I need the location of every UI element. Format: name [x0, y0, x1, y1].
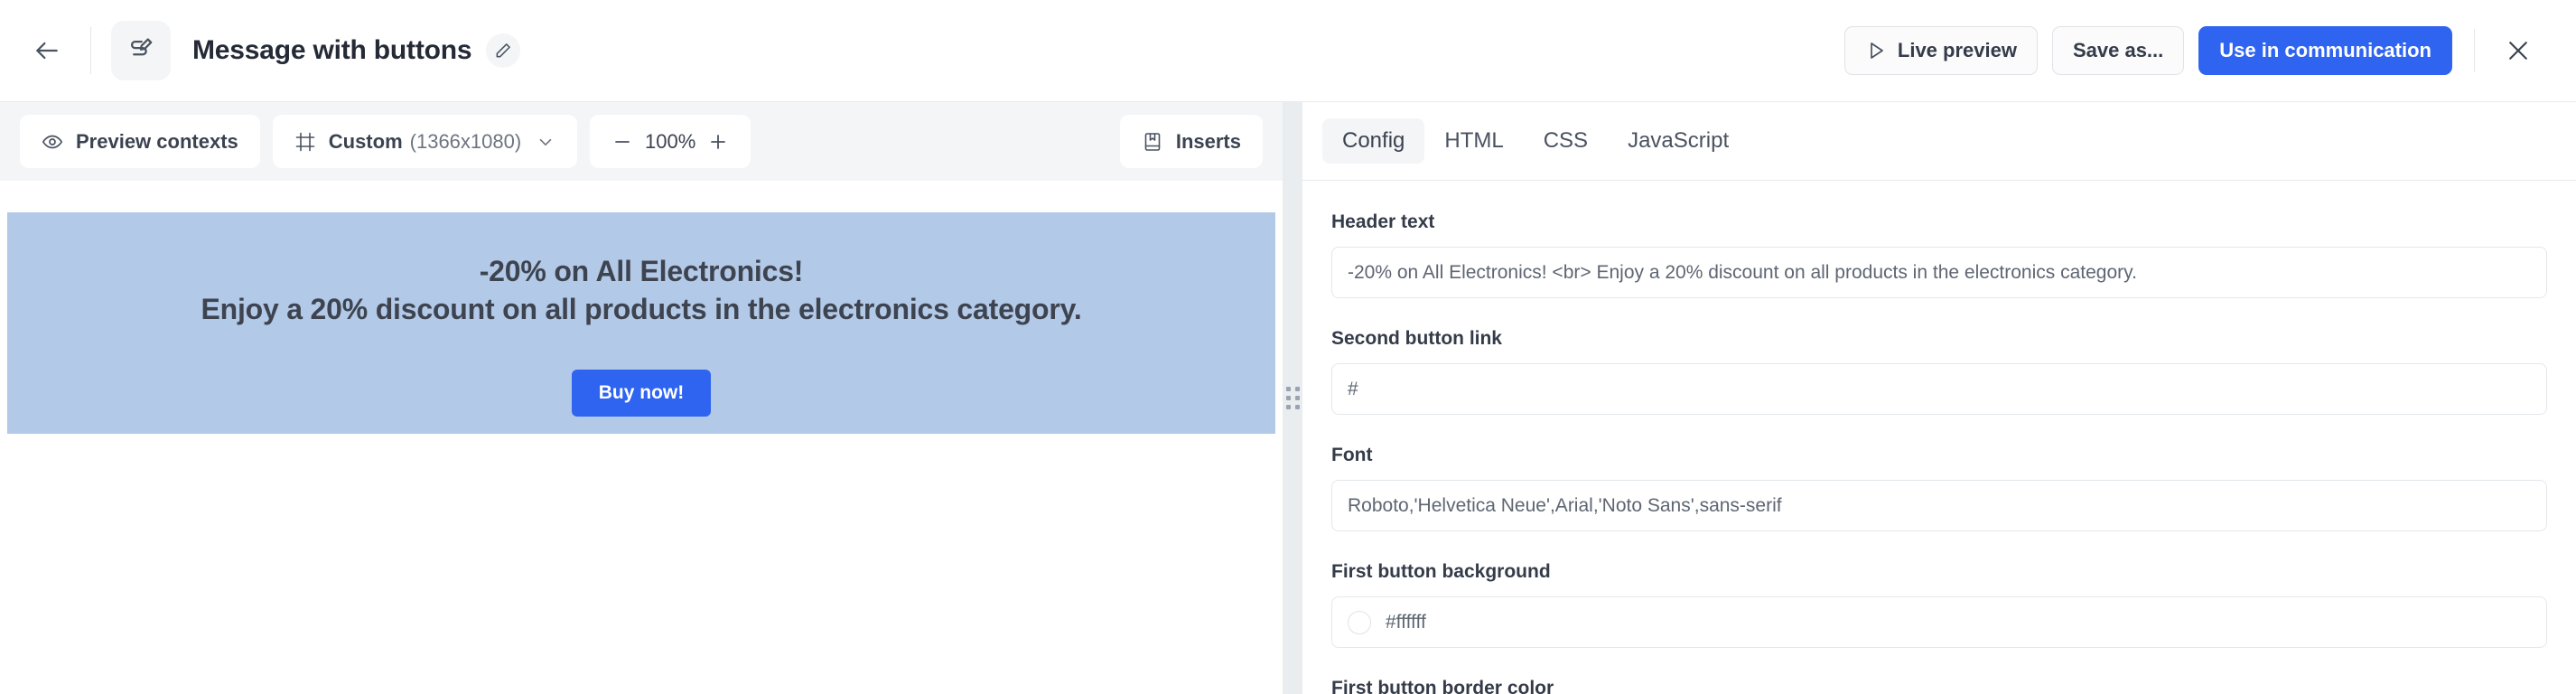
preview-contexts-button[interactable]: Preview contexts: [20, 115, 260, 168]
template-editor-app: Message with buttons Live preview Save a…: [0, 0, 2576, 694]
book-glyph: [1142, 131, 1163, 153]
field-first-button-background: First button background: [1331, 561, 2547, 648]
book-icon: [1142, 131, 1163, 153]
grip-dot: [1295, 405, 1300, 409]
preview-pane: Preview contexts Custom (1366x1080): [0, 102, 1283, 694]
grip-dot: [1286, 405, 1291, 409]
field-first-button-border-color: First button border color: [1331, 678, 2547, 694]
message-edit-icon[interactable]: [111, 21, 171, 80]
config-form: Header text Second button link Font Firs…: [1302, 181, 2576, 694]
zoom-control: 100%: [590, 115, 751, 168]
tab-html[interactable]: HTML: [1424, 118, 1523, 164]
preview-canvas: -20% on All Electronics! Enjoy a 20% dis…: [0, 181, 1283, 694]
frame-glyph: [294, 131, 316, 153]
frame-icon: [294, 131, 316, 153]
message-edit-glyph: [126, 35, 156, 66]
use-in-communication-button[interactable]: Use in communication: [2198, 26, 2452, 75]
save-as-button[interactable]: Save as...: [2052, 26, 2184, 75]
plus-icon: [707, 131, 729, 153]
grip-dot: [1295, 396, 1300, 400]
zoom-out-button[interactable]: [606, 126, 639, 158]
viewport-label: Custom: [329, 130, 403, 154]
play-icon: [1865, 40, 1887, 61]
field-font: Font: [1331, 445, 2547, 531]
config-pane: Config HTML CSS JavaScript Header text S…: [1302, 102, 2576, 694]
field-label: Header text: [1331, 211, 2547, 233]
live-preview-label: Live preview: [1898, 39, 2017, 62]
field-label: First button background: [1331, 561, 2547, 583]
font-input[interactable]: [1331, 480, 2547, 531]
buy-now-button[interactable]: Buy now!: [572, 370, 712, 417]
chevron-down-glyph: [536, 132, 555, 152]
grip-dot: [1286, 387, 1291, 391]
close-icon: [2505, 37, 2532, 64]
app-header: Message with buttons Live preview Save a…: [0, 0, 2576, 102]
minus-icon: [611, 131, 633, 153]
field-label: Font: [1331, 445, 2547, 466]
close-button[interactable]: [2497, 29, 2540, 72]
live-preview-button[interactable]: Live preview: [1844, 26, 2038, 75]
first-button-background-input[interactable]: [1386, 612, 2531, 633]
pencil-icon: [494, 42, 512, 60]
zoom-in-button[interactable]: [702, 126, 734, 158]
second-button-link-input[interactable]: [1331, 363, 2547, 415]
field-label: First button border color: [1331, 678, 2547, 694]
color-input-row: [1331, 596, 2547, 648]
editor-body: Preview contexts Custom (1366x1080): [0, 102, 2576, 694]
eye-icon: [42, 131, 63, 153]
arrow-left-icon: [33, 36, 61, 65]
field-header-text: Header text: [1331, 211, 2547, 298]
tab-javascript[interactable]: JavaScript: [1608, 118, 1749, 164]
config-tabs: Config HTML CSS JavaScript: [1302, 102, 2576, 181]
chevron-down-icon: [536, 132, 555, 152]
inserts-label: Inserts: [1176, 130, 1241, 154]
back-button[interactable]: [23, 27, 70, 74]
field-label: Second button link: [1331, 328, 2547, 350]
grip-dot: [1286, 396, 1291, 400]
header-divider-2: [2474, 29, 2475, 72]
eye-glyph: [42, 131, 63, 153]
banner-headline: -20% on All Electronics! Enjoy a 20% dis…: [201, 252, 1081, 328]
viewport-select[interactable]: Custom (1366x1080): [273, 115, 577, 168]
drag-handle-icon: [1286, 387, 1300, 409]
preview-toolbar: Preview contexts Custom (1366x1080): [0, 102, 1283, 181]
page-title: Message with buttons: [192, 35, 471, 66]
tab-config[interactable]: Config: [1322, 118, 1424, 164]
banner-headline-line1: -20% on All Electronics!: [201, 252, 1081, 290]
header-divider: [90, 27, 91, 74]
edit-title-button[interactable]: [486, 33, 520, 68]
preview-contexts-label: Preview contexts: [76, 130, 238, 154]
pane-splitter[interactable]: [1283, 102, 1302, 694]
viewport-size: (1366x1080): [410, 130, 522, 154]
play-glyph: [1865, 40, 1887, 61]
field-second-button-link: Second button link: [1331, 328, 2547, 415]
color-swatch[interactable]: [1348, 611, 1371, 634]
inserts-button[interactable]: Inserts: [1120, 115, 1263, 168]
zoom-value[interactable]: 100%: [639, 130, 702, 154]
banner-headline-line2: Enjoy a 20% discount on all products in …: [201, 290, 1081, 328]
save-as-label: Save as...: [2073, 39, 2163, 62]
grip-dot: [1295, 387, 1300, 391]
tab-css[interactable]: CSS: [1524, 118, 1608, 164]
banner-preview: -20% on All Electronics! Enjoy a 20% dis…: [7, 212, 1275, 434]
header-text-input[interactable]: [1331, 247, 2547, 298]
use-in-communication-label: Use in communication: [2219, 39, 2431, 62]
